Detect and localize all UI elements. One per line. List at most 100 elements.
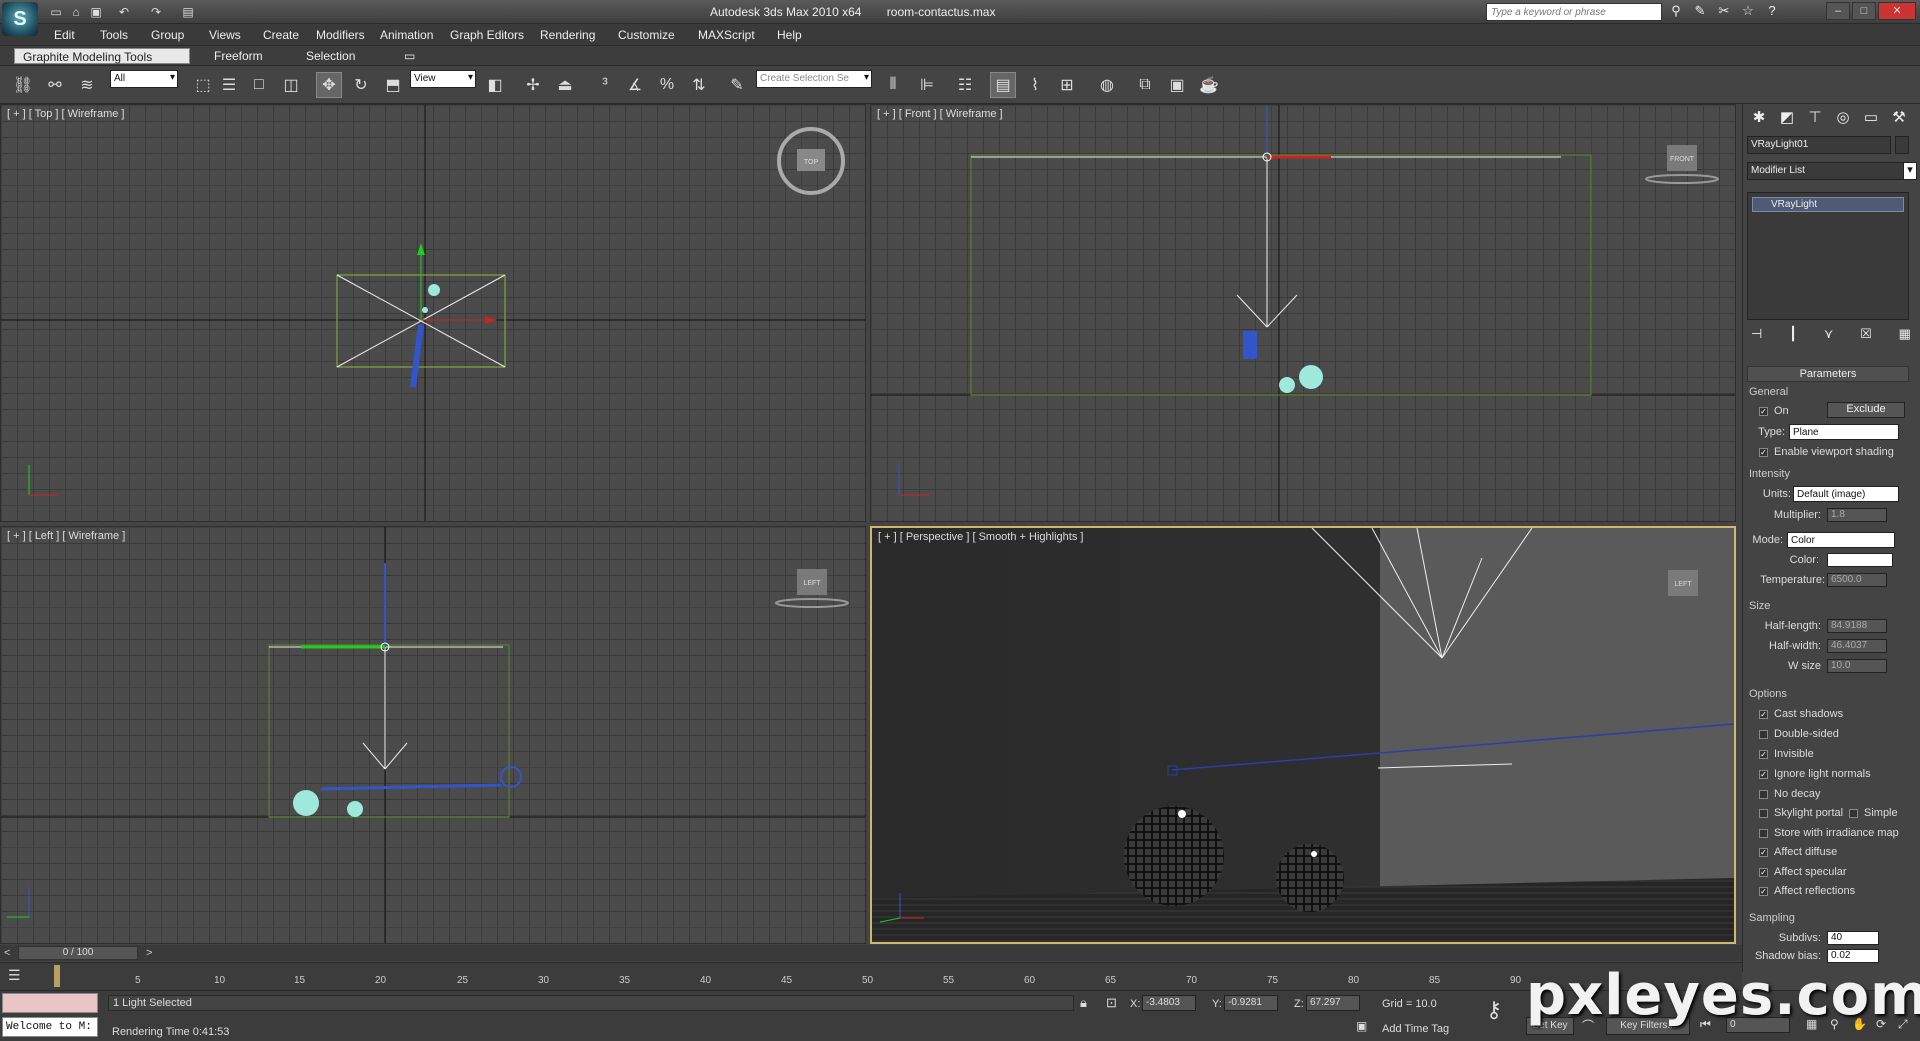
schematic-view-icon[interactable]: ⊞ [1054,72,1080,98]
mode-dropdown[interactable]: Color [1787,532,1895,548]
window-crossing-icon[interactable]: ◫ [278,72,304,98]
menu-group[interactable]: Group [151,28,184,42]
select-and-link-icon[interactable]: ⛓ [10,72,36,98]
project-folder-icon[interactable]: ▤ [178,3,198,21]
object-color-swatch[interactable] [1895,136,1909,154]
modify-tab-icon[interactable]: ◩ [1775,108,1799,130]
pin-stack-icon[interactable]: ⊣ [1751,326,1762,344]
add-time-tag[interactable]: Add Time Tag [1382,1023,1449,1035]
tab-graphite-modeling-tools[interactable]: Graphite Modeling Tools [14,48,190,64]
temperature-spinner[interactable]: 6500.0 [1827,573,1887,587]
align-icon[interactable]: ⊫ [914,72,940,98]
stack-item-vraylight[interactable]: VRayLight [1752,197,1904,212]
viewport-top[interactable]: TOP [ + ] [ Top ] [ Wireframe ] [0,104,866,522]
checkbox-affect-specular[interactable]: ✓ Affect specular [1759,866,1847,878]
make-unique-icon[interactable]: ⋎ [1824,326,1834,344]
remove-modifier-icon[interactable]: ☒ [1860,326,1872,344]
checkbox-invisible[interactable]: ✓ Invisible [1759,748,1814,760]
angle-snap-icon[interactable]: ∡ [622,72,648,98]
undo-icon[interactable]: ↶ [114,3,134,21]
selection-filter-dropdown[interactable]: All [110,70,178,88]
x-coordinate-field[interactable]: -3.4803 [1142,995,1196,1011]
render-setup-icon[interactable]: ⧉ [1132,72,1158,98]
keyboard-shortcut-override-icon[interactable]: ⏏ [552,72,578,98]
checkbox-simple[interactable]: Simple [1849,807,1898,819]
viewport-label-left[interactable]: [ + ] [ Left ] [ Wireframe ] [7,530,125,542]
parameters-rollout-header[interactable]: Parameters [1747,366,1909,382]
select-by-name-icon[interactable]: ☰ [216,72,242,98]
tab-freeform[interactable]: Freeform [206,48,271,64]
maxscript-mini-listener[interactable]: Welcome to M: [2,1017,98,1037]
select-manipulate-icon[interactable]: ✢ [520,72,546,98]
configure-modifier-sets-icon[interactable]: ▦ [1899,326,1911,344]
create-tab-icon[interactable]: ✱ [1747,108,1771,130]
modifier-list-arrow-icon[interactable]: ▾ [1903,162,1917,180]
menu-modifiers[interactable]: Modifiers [316,28,365,42]
time-tag-icon[interactable]: ▣ [1356,1019,1367,1033]
units-dropdown[interactable]: Default (image) [1793,486,1899,502]
checkbox-affect-diffuse[interactable]: ✓ Affect diffuse [1759,846,1837,858]
menu-graph-editors[interactable]: Graph Editors [450,28,524,42]
render-production-icon[interactable]: ☕ [1196,72,1222,98]
minimize-button[interactable]: – [1826,2,1850,20]
hierarchy-tab-icon[interactable]: ⊤ [1803,108,1827,130]
mirror-icon[interactable]: ⫴ [880,72,906,98]
menu-help[interactable]: Help [777,28,802,42]
select-and-rotate-icon[interactable]: ↻ [348,72,374,98]
object-name-field[interactable]: VRayLight01 [1747,136,1891,154]
checkbox-affect-reflections[interactable]: ✓ Affect reflections [1759,885,1855,897]
edit-named-selection-icon[interactable]: ✎ [724,72,750,98]
exclude-button[interactable]: Exclude [1827,402,1905,418]
menu-customize[interactable]: Customize [618,28,675,42]
ribbon-minimize-icon[interactable]: ▭ [396,48,423,64]
select-and-move-icon[interactable]: ✥ [316,72,342,98]
checkbox-no-decay[interactable]: No decay [1759,788,1820,800]
save-file-icon[interactable]: ▣ [86,3,106,21]
named-selection-sets-dropdown[interactable]: Create Selection Se [756,70,872,88]
z-coordinate-field[interactable]: 67.297 [1306,995,1360,1011]
select-and-scale-icon[interactable]: ⬒ [380,72,406,98]
checkbox-enable-viewport-shading[interactable]: ✓ Enable viewport shading [1759,446,1894,458]
select-object-icon[interactable]: ⬚ [190,72,216,98]
time-slider[interactable]: 0 / 100 [18,946,138,960]
curve-editor-icon[interactable]: ⌇ [1022,72,1048,98]
viewport-front[interactable]: FRONT [ + ] [ Front ] [ Wireframe ] [870,104,1736,522]
communication-icon[interactable]: ✂ [1714,3,1734,21]
tab-selection[interactable]: Selection [298,48,363,64]
key-icon[interactable]: ⚷ [1486,997,1502,1023]
display-tab-icon[interactable]: ▭ [1859,108,1883,130]
viewport-perspective[interactable]: LEFT [ + ] [ Perspective ] [ Smooth + Hi… [870,526,1736,944]
spinner-snap-icon[interactable]: ⇅ [686,72,712,98]
menu-maxscript[interactable]: MAXScript [698,28,755,42]
menu-views[interactable]: Views [209,28,241,42]
time-slider-next-icon[interactable]: > [146,947,152,959]
checkbox-cast-shadows[interactable]: ✓ Cast shadows [1759,708,1843,720]
maxscript-listener-pink[interactable] [2,993,98,1013]
layer-manager-icon[interactable]: ☷ [952,72,978,98]
y-coordinate-field[interactable]: -0.9281 [1224,995,1278,1011]
close-button[interactable]: ✕ [1878,2,1916,20]
menu-tools[interactable]: Tools [100,28,128,42]
bind-space-warp-icon[interactable]: ≋ [74,72,100,98]
modifier-list-dropdown[interactable]: Modifier List [1747,162,1905,180]
menu-edit[interactable]: Edit [54,28,75,42]
checkbox-double-sided[interactable]: Double-sided [1759,728,1839,740]
favorites-star-icon[interactable]: ☆ [1738,3,1758,21]
time-slider-prev-icon[interactable]: < [4,947,10,959]
type-dropdown[interactable]: Plane [1789,424,1899,440]
viewport-label-front[interactable]: [ + ] [ Front ] [ Wireframe ] [877,108,1003,120]
subdivs-spinner[interactable]: 40 [1827,931,1879,945]
viewport-left[interactable]: LEFT [ + ] [ Left ] [ Wireframe ] [0,526,866,944]
app-logo-icon[interactable]: S [2,2,38,36]
rendered-frame-window-icon[interactable]: ▣ [1164,72,1190,98]
checkbox-on[interactable]: ✓ On [1759,405,1789,417]
snaps-toggle-icon[interactable]: ³ [592,72,618,98]
new-file-icon[interactable]: ▭ [46,3,66,21]
multiplier-spinner[interactable]: 1.8 [1827,508,1887,522]
time-marker[interactable] [54,965,60,987]
curve-editor-mini-icon[interactable]: ☰ [8,967,21,984]
rectangular-selection-icon[interactable]: □ [246,72,272,98]
half-length-spinner[interactable]: 84.9188 [1827,619,1887,633]
checkbox-store-with-irradiance-map[interactable]: Store with irradiance map [1759,827,1899,839]
use-pivot-center-icon[interactable]: ◧ [482,72,508,98]
